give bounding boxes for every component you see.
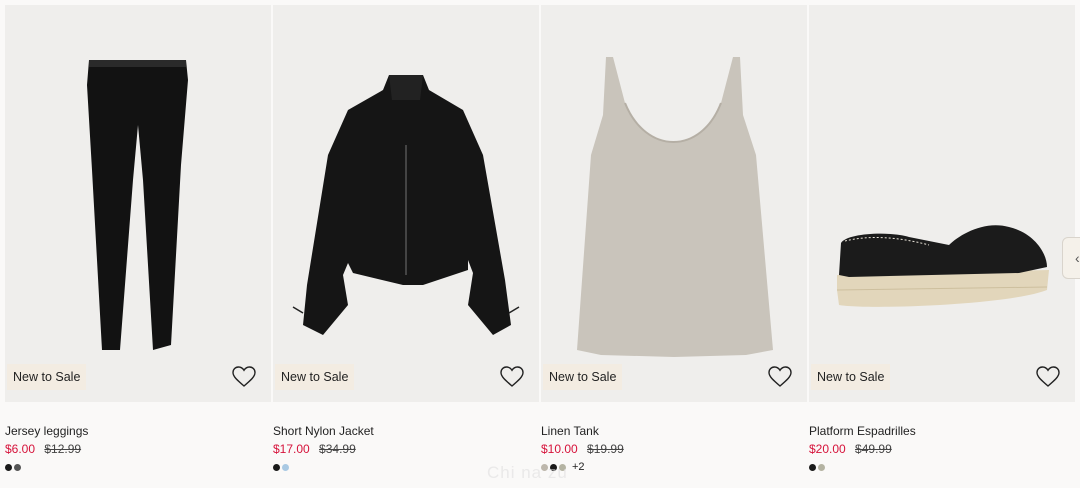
product-image[interactable]: New to Sale: [541, 5, 807, 402]
leggings-image: [87, 60, 188, 350]
product-image[interactable]: New to Sale: [809, 5, 1075, 402]
watermark: Chi na zu: [487, 463, 568, 482]
tank-top-image: [577, 57, 773, 357]
product-card[interactable]: New to Sale Linen Tank $10.00 $19.99 +2: [541, 5, 807, 488]
carousel-next-button[interactable]: ‹: [1062, 237, 1080, 279]
product-name[interactable]: Linen Tank: [541, 424, 599, 438]
product-grid: New to Sale Jersey leggings $6.00 $12.99…: [0, 0, 1080, 488]
favorite-button[interactable]: [768, 366, 792, 388]
new-to-sale-badge: New to Sale: [811, 364, 891, 390]
heart-icon: [768, 366, 792, 387]
heart-icon: [1036, 366, 1060, 387]
color-swatches: [273, 462, 289, 472]
product-card[interactable]: New to Sale Short Nylon Jacket $17.00 $3…: [273, 5, 539, 488]
favorite-button[interactable]: [232, 366, 256, 388]
favorite-button[interactable]: [500, 366, 524, 388]
color-swatches: [809, 462, 825, 472]
sale-price: $10.00: [541, 442, 578, 456]
heart-icon: [500, 366, 524, 387]
color-swatch[interactable]: [818, 463, 825, 471]
product-prices: $20.00 $49.99: [809, 442, 892, 456]
original-price: $19.99: [587, 442, 624, 456]
original-price: $49.99: [855, 442, 892, 456]
more-colors-label[interactable]: +2: [572, 461, 585, 473]
color-swatch[interactable]: [282, 463, 289, 471]
color-swatch[interactable]: [14, 463, 21, 471]
product-image[interactable]: New to Sale: [273, 5, 539, 402]
color-swatch[interactable]: [273, 463, 280, 471]
new-to-sale-badge: New to Sale: [543, 364, 623, 390]
product-name[interactable]: Short Nylon Jacket: [273, 424, 374, 438]
product-name[interactable]: Jersey leggings: [5, 424, 88, 438]
original-price: $12.99: [44, 442, 82, 456]
product-prices: $10.00 $19.99: [541, 442, 624, 456]
product-prices: $6.00 $12.99: [5, 442, 81, 456]
product-name[interactable]: Platform Espadrilles: [809, 424, 916, 438]
sale-price: $17.00: [273, 442, 310, 456]
chevron-right-icon: ‹: [1075, 250, 1080, 266]
sale-price: $6.00: [5, 442, 36, 456]
favorite-button[interactable]: [1036, 366, 1060, 388]
product-image[interactable]: New to Sale: [5, 5, 271, 402]
new-to-sale-badge: New to Sale: [7, 364, 87, 390]
color-swatch[interactable]: [809, 463, 816, 471]
color-swatch[interactable]: [5, 463, 12, 471]
heart-icon: [232, 366, 256, 387]
color-swatches: [5, 462, 21, 472]
sale-price: $20.00: [809, 442, 846, 456]
product-prices: $17.00 $34.99: [273, 442, 356, 456]
product-card[interactable]: New to Sale Platform Espadrilles $20.00 …: [809, 5, 1075, 488]
original-price: $34.99: [319, 442, 356, 456]
jacket-image: [292, 75, 520, 335]
product-card[interactable]: New to Sale Jersey leggings $6.00 $12.99: [5, 5, 271, 488]
new-to-sale-badge: New to Sale: [275, 364, 355, 390]
espadrilles-image: [836, 225, 1049, 307]
